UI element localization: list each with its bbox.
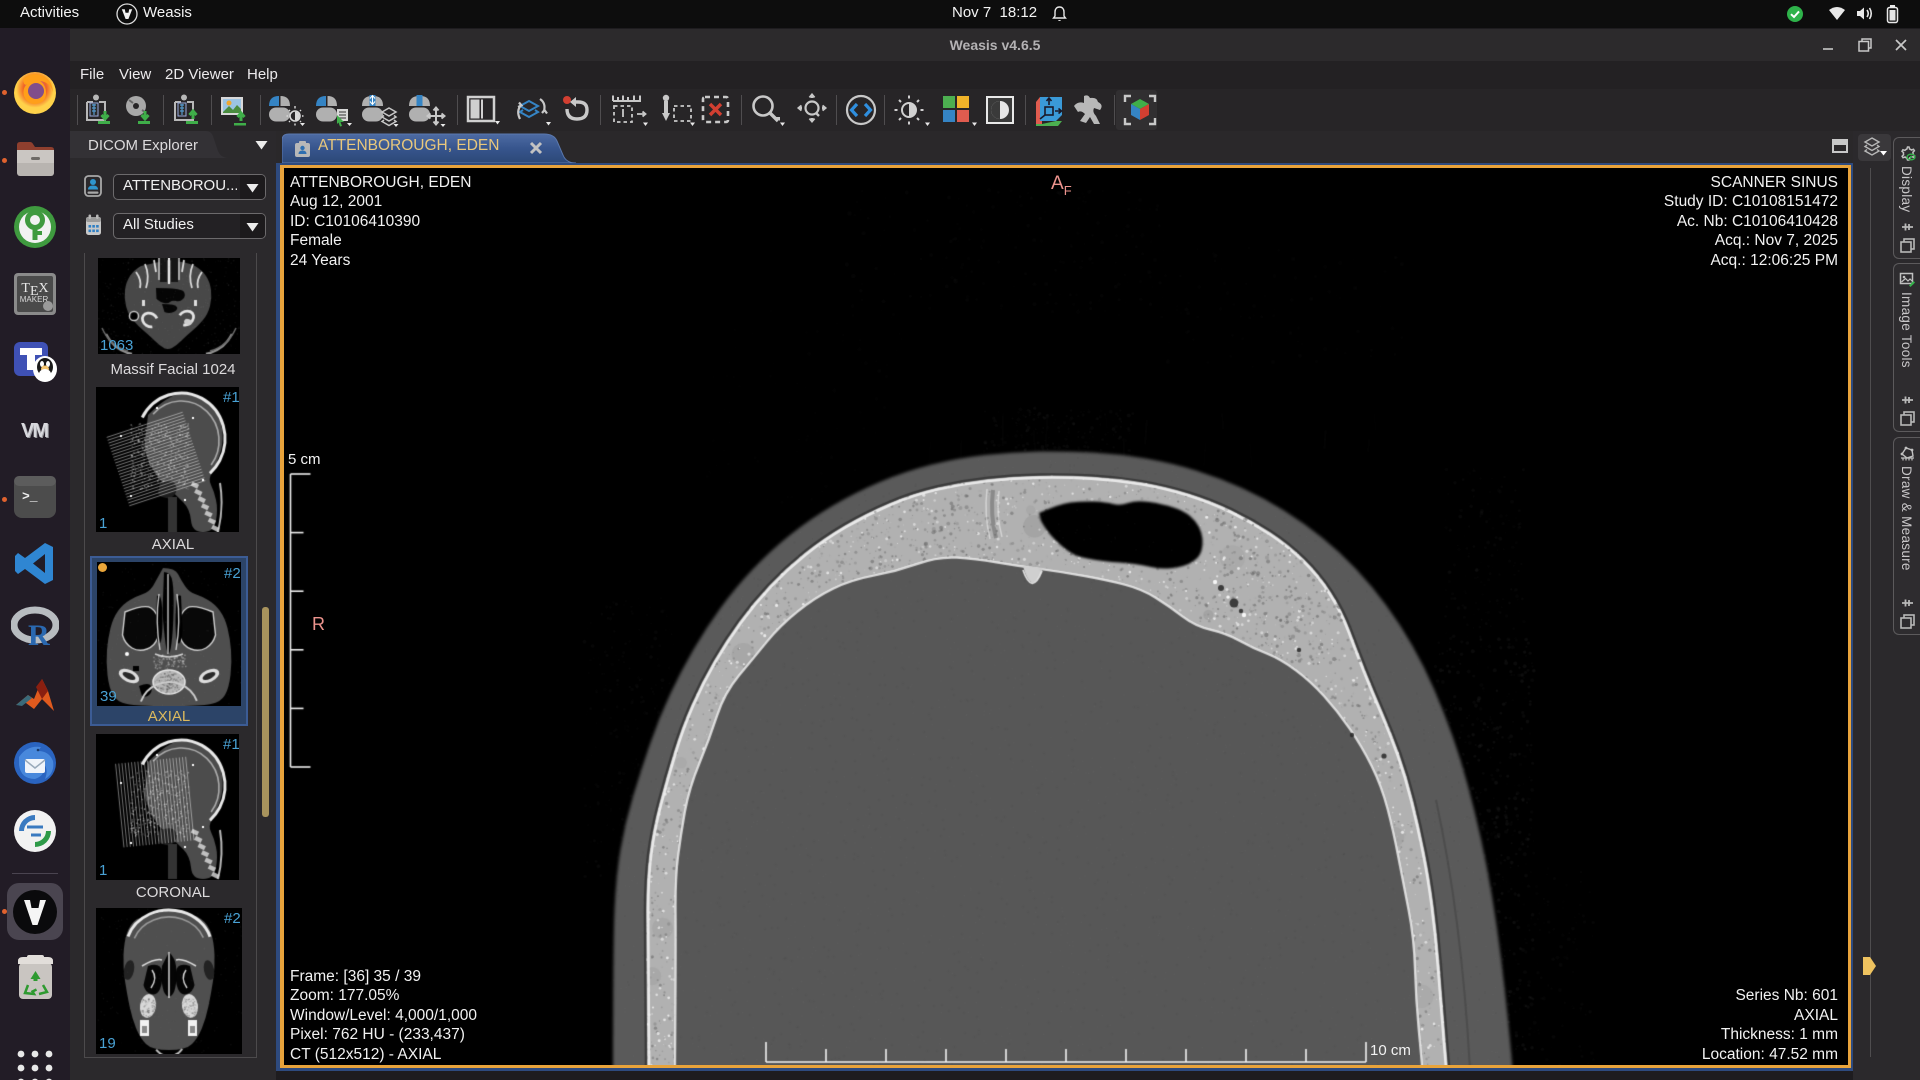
svg-text:R: R <box>28 619 50 652</box>
svg-text:>_: >_ <box>22 489 38 504</box>
svg-text:MAKER: MAKER <box>20 295 49 304</box>
svg-text:VM: VM <box>21 420 48 442</box>
